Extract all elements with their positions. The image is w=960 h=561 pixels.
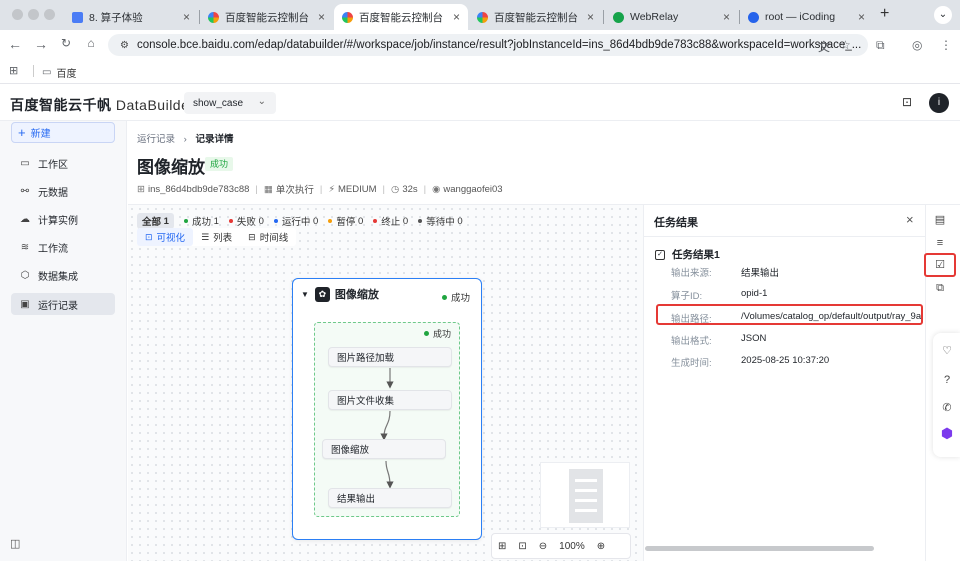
help-icon[interactable]: ? <box>938 371 956 389</box>
highlight-output-path <box>656 304 923 325</box>
flow-node-image-resize[interactable]: 图像缩放 <box>322 439 446 459</box>
document-icon[interactable]: ▤ <box>931 211 949 229</box>
assistant-icon[interactable]: ⬢ <box>938 424 956 442</box>
panel-divider <box>643 236 925 237</box>
field-label: 生成时间: <box>671 358 712 369</box>
flow-node-load-path[interactable]: 图片路径加载 <box>328 347 452 367</box>
panel-title: 任务结果 <box>654 217 698 229</box>
minimap-viewport <box>569 469 603 523</box>
check-square-icon: ✓ <box>655 249 665 260</box>
node-label: 图片路径加载 <box>337 353 395 364</box>
result-item-header[interactable]: ✓ 任务结果1 <box>655 247 720 262</box>
database-icon[interactable]: ≡ <box>931 234 949 252</box>
node-label: 图片文件收集 <box>337 396 395 407</box>
grid-icon[interactable]: ⊞ <box>498 541 506 552</box>
heart-icon[interactable]: ♡ <box>938 342 956 360</box>
result-name: 任务结果1 <box>672 249 720 261</box>
field-label: 算子ID: <box>671 291 703 302</box>
generated-time-value: 2025-08-25 10:37:20 <box>741 355 830 366</box>
horizontal-scrollbar[interactable] <box>645 546 874 551</box>
copy-icon[interactable]: ⧉ <box>931 279 949 297</box>
output-source-value: 结果输出 <box>741 268 780 279</box>
close-icon[interactable]: × <box>906 212 914 227</box>
operator-id-value: opid-1 <box>741 288 768 299</box>
flow-node-output[interactable]: 结果输出 <box>328 488 452 508</box>
minimap[interactable] <box>540 462 630 528</box>
phone-icon[interactable]: ✆ <box>938 399 956 417</box>
fit-view-icon[interactable]: ⊡ <box>518 541 526 552</box>
field-label: 输出来源: <box>671 268 712 279</box>
flow-node-collect-files[interactable]: 图片文件收集 <box>328 390 452 410</box>
output-format-value: JSON <box>741 333 767 344</box>
node-label: 图像缩放 <box>331 445 370 456</box>
zoom-controls: ⊞ ⊡ ⊖ 100% ⊕ <box>491 533 631 559</box>
zoom-level: 100% <box>559 540 585 552</box>
highlight-task-result <box>924 253 956 277</box>
zoom-in-icon[interactable]: ⊕ <box>597 541 605 552</box>
node-label: 结果输出 <box>337 494 376 505</box>
field-label: 输出格式: <box>671 336 712 347</box>
zoom-out-icon[interactable]: ⊖ <box>539 541 547 552</box>
